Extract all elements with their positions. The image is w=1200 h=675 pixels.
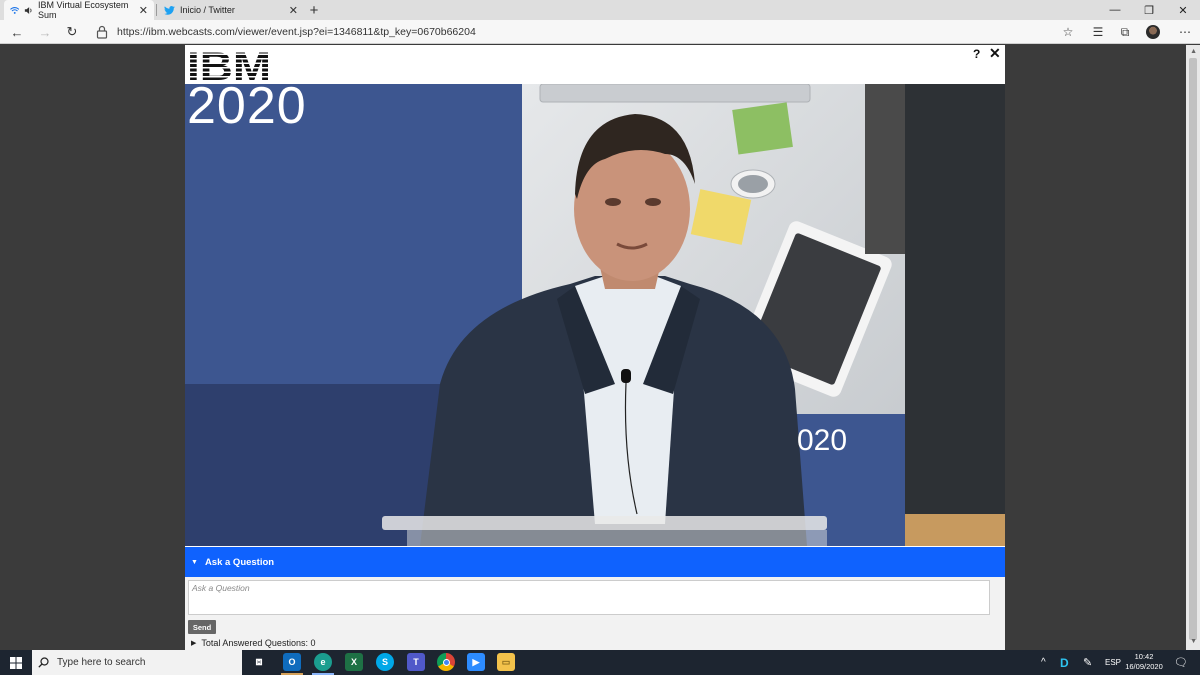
favorites-list-icon[interactable]: ☰ (1087, 20, 1109, 44)
lock-icon[interactable] (96, 25, 108, 39)
tab-twitter[interactable]: Inicio / Twitter ✕ (158, 0, 304, 20)
tab-title: Inicio / Twitter (180, 5, 235, 15)
chevron-down-icon: ▼ (191, 558, 198, 566)
help-button[interactable]: ? (973, 47, 980, 61)
close-tab-icon[interactable]: ✕ (289, 4, 298, 17)
address-bar: ← → ↻ https://ibm.webcasts.com/viewer/ev… (0, 20, 1200, 44)
zoom-icon[interactable]: ▶ (467, 653, 485, 671)
collections-icon[interactable]: ⧉ (1114, 20, 1136, 44)
slide-year-bottom: 020 (797, 424, 848, 457)
profile-avatar[interactable] (1146, 25, 1160, 39)
language-indicator[interactable]: ESP (1105, 650, 1121, 675)
clock-time: 10:42 (1134, 652, 1154, 661)
svg-text:IBM: IBM (187, 46, 271, 82)
tray-chevron-icon[interactable]: ^ (1041, 650, 1046, 675)
new-tab-button[interactable]: + (306, 0, 322, 20)
ask-question-title: Ask a Question (204, 556, 275, 568)
speaker-icon[interactable] (24, 6, 33, 15)
slide-year-top: 2020 (187, 84, 307, 135)
url-input[interactable]: https://ibm.webcasts.com/viewer/event.js… (117, 20, 476, 44)
restore-button[interactable]: ❐ (1132, 0, 1166, 20)
taskbar-search-placeholder: Type here to search (57, 657, 146, 668)
refresh-button[interactable]: ↻ (60, 20, 84, 44)
viewer-header: IBM ? ✕ (185, 45, 1005, 84)
tab-ibm-summit[interactable]: IBM Virtual Ecosystem Sum ✕ (4, 0, 154, 20)
ask-question-header[interactable]: ▼ Ask a Question (185, 547, 1005, 577)
start-button[interactable] (0, 650, 32, 675)
answered-questions-label: Total Answered Questions: 0 (201, 638, 316, 648)
close-viewer-button[interactable]: ✕ (989, 45, 1001, 62)
taskbar-search[interactable]: Type here to search (32, 650, 242, 675)
scroll-down-icon[interactable]: ▼ (1190, 638, 1197, 645)
minimize-button[interactable]: — (1098, 0, 1132, 20)
question-panel: Send ▶ Total Answered Questions: 0 (185, 577, 1005, 650)
more-menu-icon[interactable]: ⋯ (1174, 20, 1196, 44)
taskbar: Type here to search ⧈ O e X S T ▶ ▭ ^ D … (0, 650, 1200, 675)
tab-title: IBM Virtual Ecosystem Sum (38, 0, 129, 20)
clock[interactable]: 10:42 16/09/2020 (1122, 652, 1166, 672)
close-tab-icon[interactable]: ✕ (139, 4, 148, 17)
search-icon (38, 657, 49, 668)
windows-icon (10, 656, 22, 669)
file-explorer-icon[interactable]: ▭ (497, 653, 515, 671)
clock-date: 16/09/2020 (1125, 662, 1163, 671)
skype-icon[interactable]: S (376, 653, 394, 671)
forward-button[interactable]: → (33, 20, 57, 44)
back-button[interactable]: ← (5, 20, 29, 44)
wifi-icon (10, 6, 20, 14)
answered-questions-toggle[interactable]: ▶ Total Answered Questions: 0 (191, 638, 315, 648)
send-button[interactable]: Send (188, 620, 216, 634)
twitter-icon (164, 5, 175, 15)
question-input[interactable] (188, 580, 990, 615)
video-player[interactable]: 2020 020 (185, 84, 1005, 546)
triangle-right-icon: ▶ (191, 640, 197, 647)
scroll-up-icon[interactable]: ▲ (1190, 48, 1197, 55)
scrollbar-thumb[interactable] (1189, 58, 1197, 640)
chrome-icon[interactable] (437, 653, 455, 671)
app-tray-icon[interactable]: D (1060, 650, 1069, 675)
task-view-icon[interactable]: ⧈ (250, 653, 268, 671)
outlook-icon[interactable]: O (283, 653, 301, 671)
edge-icon[interactable]: e (314, 653, 332, 671)
webcast-viewer: IBM ? ✕ 2020 020 ▼ Ask a Question Ask a … (185, 45, 1005, 650)
pen-icon[interactable]: ✎ (1083, 650, 1092, 675)
teams-icon[interactable]: T (407, 653, 425, 671)
excel-icon[interactable]: X (345, 653, 363, 671)
ibm-logo: IBM (187, 46, 271, 82)
favorite-star-icon[interactable]: ☆ (1057, 20, 1079, 44)
tab-divider (156, 4, 157, 16)
tab-strip: IBM Virtual Ecosystem Sum ✕ Inicio / Twi… (0, 0, 1200, 20)
window-close-button[interactable]: ✕ (1166, 0, 1200, 20)
video-frame (185, 84, 1005, 546)
notifications-icon[interactable]: 🗨 (1174, 650, 1188, 675)
